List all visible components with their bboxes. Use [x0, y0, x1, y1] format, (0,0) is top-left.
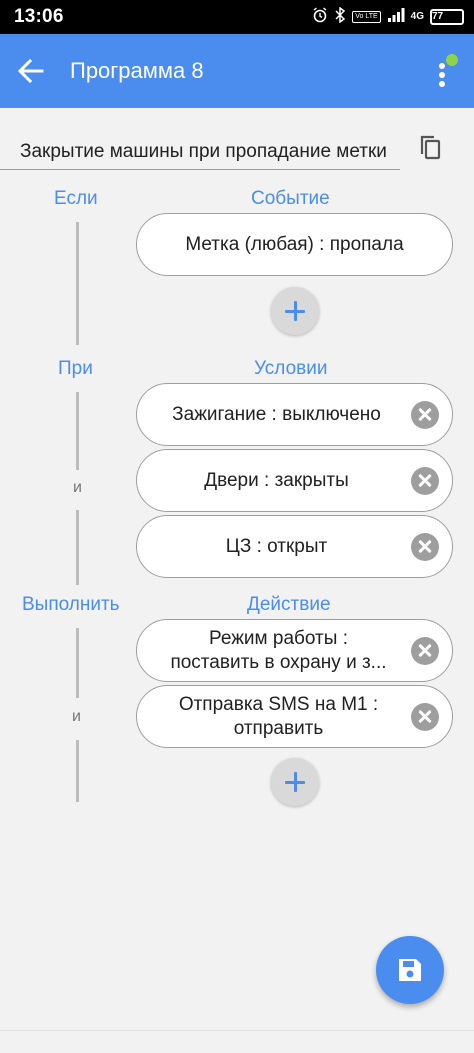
alarm-icon	[312, 7, 328, 26]
battery-icon: 77	[430, 8, 464, 25]
condition-and-label: и	[73, 479, 82, 496]
action-item-label: Режим работы : поставить в охрану и з...	[137, 627, 452, 675]
system-nav-bar	[0, 1030, 474, 1053]
action-item[interactable]: Отправка SMS на M1 : отправить	[136, 685, 453, 748]
save-button[interactable]	[376, 936, 444, 1004]
action-item-label-line2: отправить	[233, 717, 324, 739]
condition-item-label: Зажигание : выключено	[172, 403, 381, 425]
add-action-button[interactable]	[271, 758, 319, 806]
app-bar: Программа 8	[0, 34, 474, 108]
bluetooth-icon	[334, 6, 346, 26]
remove-action-icon[interactable]	[411, 636, 439, 665]
action-item-label-line1: Отправка SMS на M1 :	[178, 693, 379, 715]
condition-item[interactable]: Двери : закрыты	[136, 449, 453, 512]
program-name-row	[0, 108, 474, 180]
copy-icon[interactable]	[418, 134, 444, 162]
arrow-left-icon[interactable]	[14, 54, 48, 88]
remove-condition-icon[interactable]	[411, 466, 439, 495]
condition-item[interactable]: ЦЗ : открыт	[136, 515, 453, 578]
trigger-connector-line	[76, 222, 79, 345]
remove-action-icon[interactable]	[411, 702, 439, 731]
status-time: 13:06	[14, 6, 64, 27]
if-label: Если	[54, 188, 98, 209]
when-label: При	[58, 358, 93, 379]
4g-icon: 4G	[410, 11, 424, 22]
action-item[interactable]: Режим работы : поставить в охрану и з...	[136, 619, 453, 682]
condition-item[interactable]: Зажигание : выключено	[136, 383, 453, 446]
condition-connector-line-bottom	[76, 510, 79, 585]
page-title: Программа 8	[70, 58, 204, 83]
condition-header: Условии	[254, 358, 328, 379]
action-header: Действие	[247, 594, 331, 615]
add-trigger-button[interactable]	[271, 287, 319, 335]
condition-connector-line-top	[76, 392, 79, 470]
condition-item-label: ЦЗ : открыт	[225, 535, 328, 557]
more-vertical-icon[interactable]	[432, 54, 452, 88]
action-and-label: и	[72, 708, 81, 725]
remove-condition-icon[interactable]	[411, 400, 439, 429]
action-item-label-line2: поставить в охрану и з...	[170, 651, 387, 673]
battery-level: 77	[432, 10, 444, 22]
event-header: Событие	[251, 188, 330, 209]
execute-label: Выполнить	[22, 594, 120, 615]
condition-item-label: Двери : закрыты	[204, 469, 349, 491]
signal-icon	[387, 7, 405, 26]
remove-condition-icon[interactable]	[411, 532, 439, 561]
action-item-label-line1: Режим работы :	[209, 627, 348, 649]
action-connector-line-top	[76, 628, 79, 698]
program-name-input[interactable]	[0, 128, 400, 170]
status-icons: Vo LTE 4G 77	[312, 6, 464, 26]
status-bar: 13:06 Vo LTE 4G 77	[0, 0, 474, 34]
trigger-item-label: Метка (любая) : пропала	[185, 233, 404, 255]
action-connector-line-bottom	[76, 740, 79, 802]
trigger-item[interactable]: Метка (любая) : пропала	[136, 213, 453, 276]
action-item-label: Отправка SMS на M1 : отправить	[137, 693, 452, 741]
volte-icon: Vo LTE	[352, 10, 381, 23]
